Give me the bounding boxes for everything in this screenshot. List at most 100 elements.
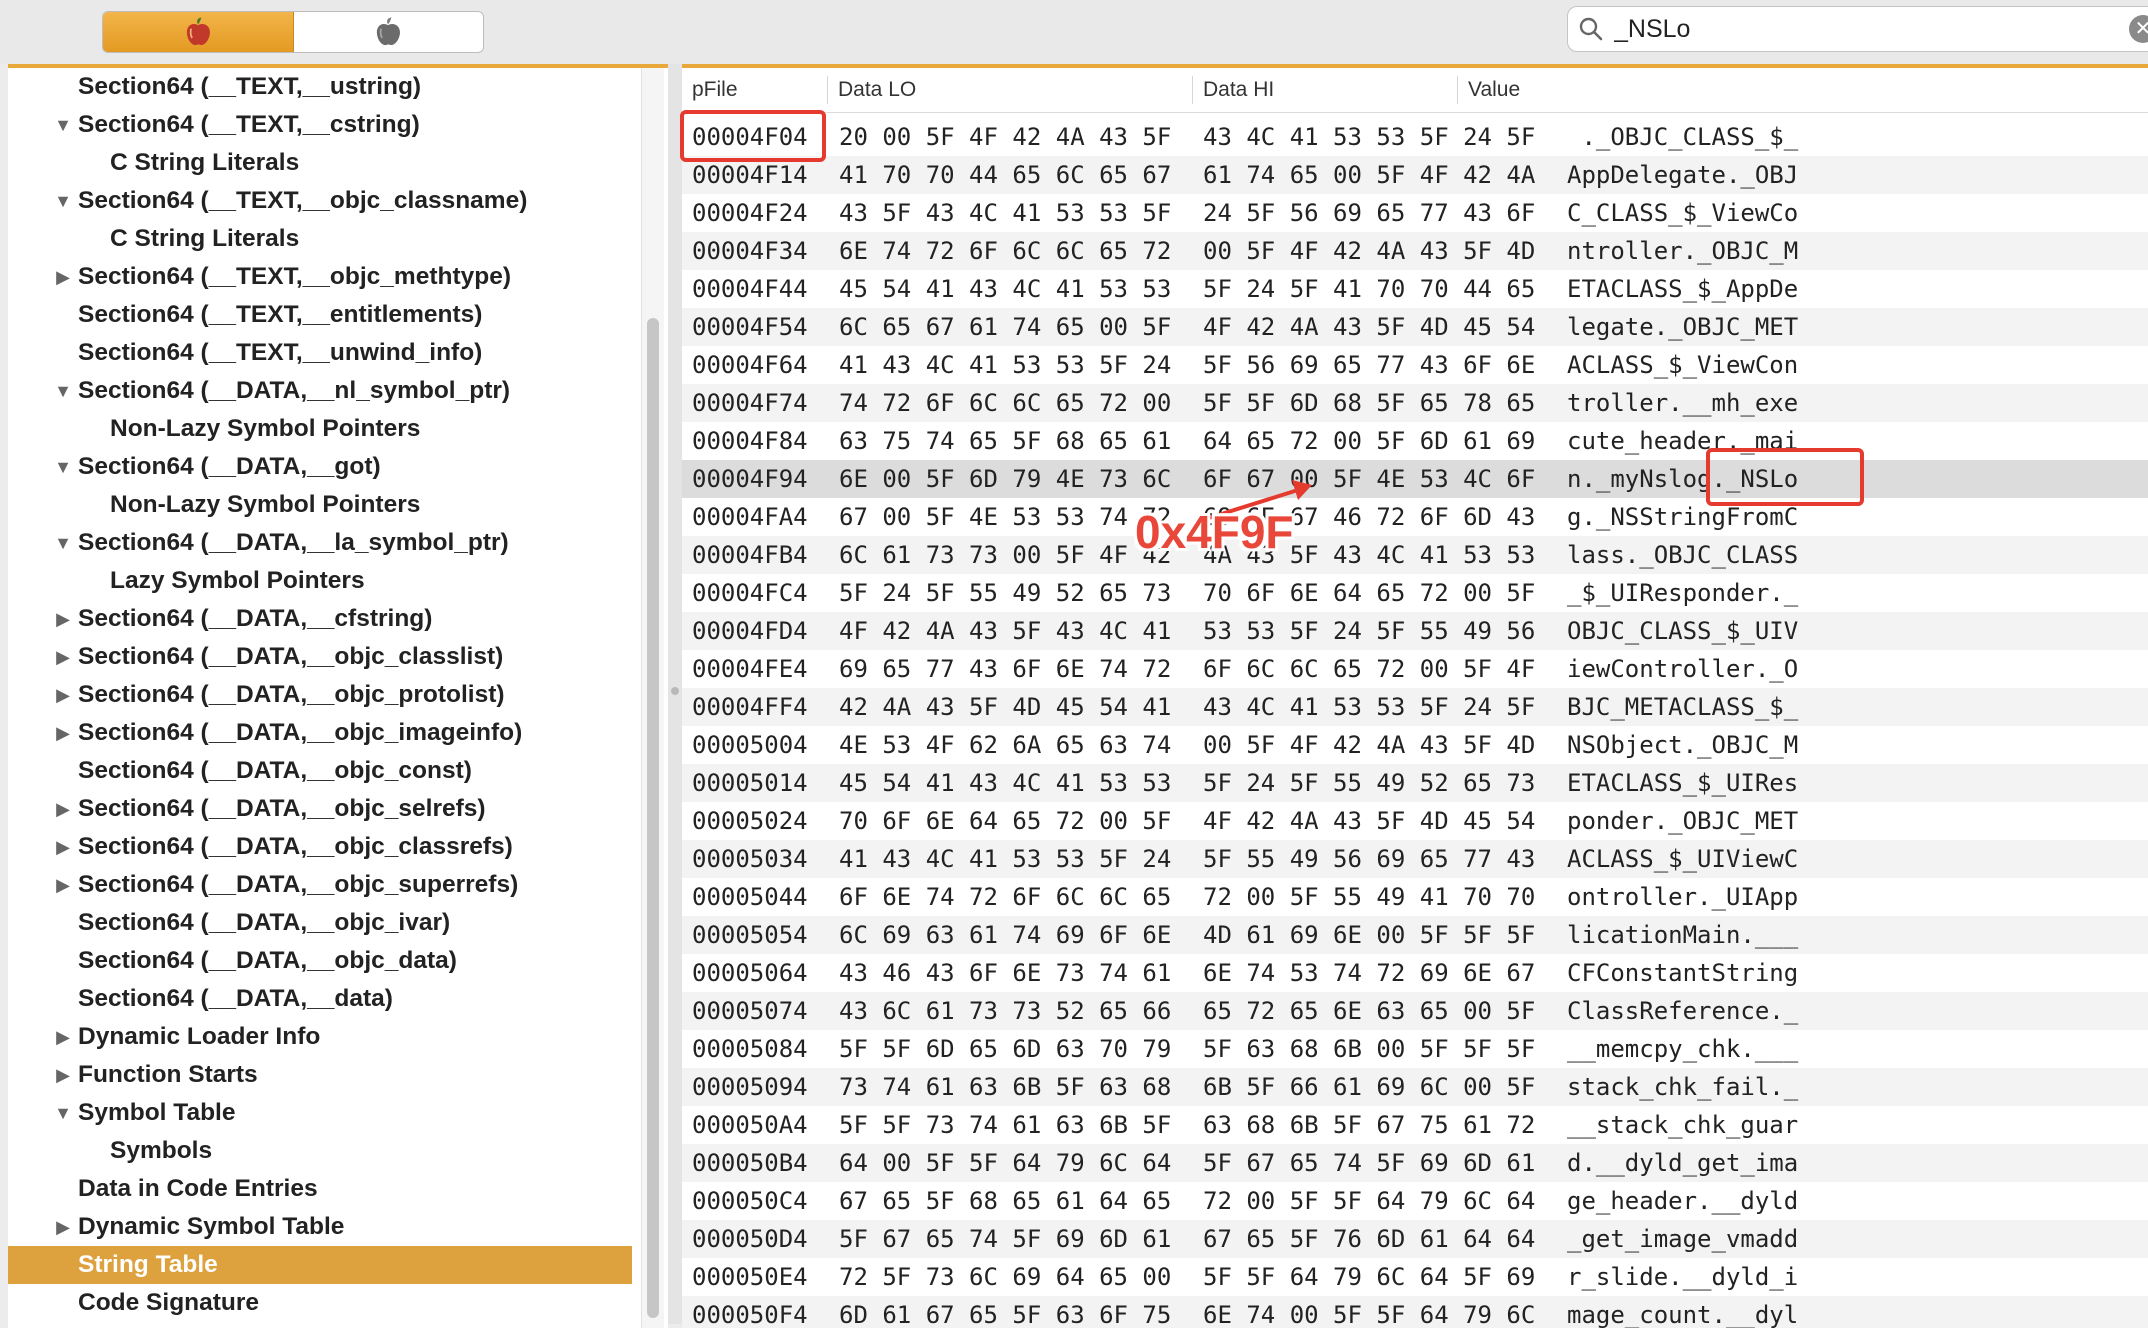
table-row[interactable]: 000050C4 67 65 5F 68 65 61 64 65 72 00 5F … [682,1182,2148,1220]
table-row[interactable]: 00004F34 6E 74 72 6F 6C 6C 65 72 00 5F 4F … [682,232,2148,270]
table-row[interactable]: 00005034 41 43 4C 41 53 53 5F 24 5F 55 49 … [682,840,2148,878]
table-row[interactable]: 00004FC4 5F 24 5F 55 49 52 65 73 70 6F 6E … [682,574,2148,612]
apple-color-view-button[interactable] [103,12,294,52]
sidebar-item[interactable]: ▼ Symbol Table [8,1094,632,1132]
disclosure-expanded-icon[interactable]: ▼ [53,1094,73,1132]
table-row[interactable]: 00004FD4 4F 42 4A 43 5F 43 4C 41 53 53 5F … [682,612,2148,650]
sidebar-item[interactable]: C String Literals [8,220,632,258]
sidebar-item[interactable]: ▼ Section64 (__DATA,__nl_symbol_ptr) [8,372,632,410]
sidebar-item[interactable]: ▶ Section64 (__DATA,__objc_imageinfo) [8,714,632,752]
sidebar-item[interactable]: Data in Code Entries [8,1170,632,1208]
sidebar-item[interactable]: Section64 (__TEXT,__ustring) [8,68,632,106]
sidebar-item[interactable]: ▼ Section64 (__TEXT,__objc_classname) [8,182,632,220]
column-header-data-lo[interactable]: Data LO [828,68,916,112]
view-mode-segmented-control[interactable] [102,11,484,53]
sidebar-item[interactable]: ▶ Function Starts [8,1056,632,1094]
table-row[interactable]: 00005064 43 46 43 6F 6E 73 74 61 6E 74 53 … [682,954,2148,992]
disclosure-collapsed-icon[interactable]: ▶ [53,1208,73,1246]
table-row[interactable]: 00005084 5F 5F 6D 65 6D 63 70 79 5F 63 68 … [682,1030,2148,1068]
sidebar-item[interactable]: ▼ Section64 (__DATA,__la_symbol_ptr) [8,524,632,562]
disclosure-collapsed-icon[interactable]: ▶ [53,1018,73,1056]
table-row[interactable]: 00004F94 6E 00 5F 6D 79 4E 73 6C 6F 67 00 … [682,460,2148,498]
sidebar-item[interactable]: ▶ Section64 (__DATA,__objc_selrefs) [8,790,632,828]
sidebar-item[interactable]: C String Literals [8,144,632,182]
disclosure-collapsed-icon[interactable]: ▶ [53,638,73,676]
sidebar-item[interactable]: Code Signature [8,1284,632,1322]
disclosure-collapsed-icon[interactable]: ▶ [53,714,73,752]
table-row[interactable]: 00004FB4 6C 61 73 73 00 5F 4F 42 4A 43 5F … [682,536,2148,574]
table-row[interactable]: 00004F74 74 72 6F 6C 6C 65 72 00 5F 5F 6D … [682,384,2148,422]
table-row[interactable]: 00005054 6C 69 63 61 74 69 6F 6E 4D 61 69 … [682,916,2148,954]
data-hi-cell: 4F 42 4A 43 5F 4D 45 54 [1203,807,1536,835]
disclosure-expanded-icon[interactable]: ▼ [53,524,73,562]
sidebar-item[interactable]: ▶ Section64 (__DATA,__objc_protolist) [8,676,632,714]
sidebar-item[interactable]: ▶ Section64 (__DATA,__objc_classlist) [8,638,632,676]
sidebar-item[interactable]: Section64 (__DATA,__objc_ivar) [8,904,632,942]
disclosure-collapsed-icon[interactable]: ▶ [53,866,73,904]
disclosure-collapsed-icon[interactable]: ▶ [53,600,73,638]
disclosure-collapsed-icon[interactable]: ▶ [53,1056,73,1094]
sidebar-item[interactable]: Lazy Symbol Pointers [8,562,632,600]
sidebar-item[interactable]: ▶ Section64 (__DATA,__cfstring) [8,600,632,638]
table-row[interactable]: 00004FA4 67 00 5F 4E 53 53 74 72 69 6E 67 … [682,498,2148,536]
value-cell: ACLASS_$_ViewCon [1567,351,1799,379]
table-row[interactable]: 00005024 70 6F 6E 64 65 72 00 5F 4F 42 4A … [682,802,2148,840]
pane-splitter[interactable] [668,64,682,1324]
sidebar-item[interactable]: ▶ Dynamic Loader Info [8,1018,632,1056]
sidebar-item[interactable]: ▶ Section64 (__DATA,__objc_classrefs) [8,828,632,866]
sidebar-item[interactable]: String Table [8,1246,632,1284]
sidebar-item[interactable]: ▶ Dynamic Symbol Table [8,1208,632,1246]
table-row[interactable]: 00004F24 43 5F 43 4C 41 53 53 5F 24 5F 56 … [682,194,2148,232]
sidebar-scroll-thumb[interactable] [647,318,659,1318]
table-row[interactable]: 00004F14 41 70 70 44 65 6C 65 67 61 74 65 … [682,156,2148,194]
sidebar-item[interactable]: ▼ Section64 (__DATA,__got) [8,448,632,486]
table-row[interactable]: 00004F44 45 54 41 43 4C 41 53 53 5F 24 5F … [682,270,2148,308]
table-row[interactable]: 00005014 45 54 41 43 4C 41 53 53 5F 24 5F … [682,764,2148,802]
search-input[interactable] [1612,11,2096,47]
sidebar-item[interactable]: Section64 (__TEXT,__unwind_info) [8,334,632,372]
disclosure-expanded-icon[interactable]: ▼ [53,372,73,410]
table-row[interactable]: 00005004 4E 53 4F 62 6A 65 63 74 00 5F 4F … [682,726,2148,764]
table-row[interactable]: 000050D4 5F 67 65 74 5F 69 6D 61 67 65 5F … [682,1220,2148,1258]
sidebar-item[interactable]: Non-Lazy Symbol Pointers [8,486,632,524]
table-row[interactable]: 00004F64 41 43 4C 41 53 53 5F 24 5F 56 69 … [682,346,2148,384]
clear-search-icon[interactable]: ✕ [2129,15,2148,43]
disclosure-expanded-icon[interactable]: ▼ [53,448,73,486]
table-row[interactable]: 00005074 43 6C 61 73 73 52 65 66 65 72 65 … [682,992,2148,1030]
disclosure-expanded-icon[interactable]: ▼ [53,182,73,220]
data-lo-cell: 43 6C 61 73 73 52 65 66 [839,997,1172,1025]
table-row[interactable]: 00004F04 20 00 5F 4F 42 4A 43 5F 43 4C 41 … [682,118,2148,156]
data-hi-cell: 5F 24 5F 41 70 70 44 65 [1203,275,1536,303]
apple-gray-view-button[interactable] [294,12,484,52]
table-row[interactable]: 00005094 73 74 61 63 6B 5F 63 68 6B 5F 66 … [682,1068,2148,1106]
sidebar-item[interactable]: Symbols [8,1132,632,1170]
sidebar-item[interactable]: Non-Lazy Symbol Pointers [8,410,632,448]
sidebar-item[interactable]: Section64 (__TEXT,__entitlements) [8,296,632,334]
column-header-value[interactable]: Value [1458,68,1520,112]
table-row[interactable]: 000050E4 72 5F 73 6C 69 64 65 00 5F 5F 64 … [682,1258,2148,1296]
pfile-cell: 00004F64 [692,351,808,379]
table-row[interactable]: 00004FE4 69 65 77 43 6F 6E 74 72 6F 6C 6C … [682,650,2148,688]
sidebar-item[interactable]: ▶ Section64 (__TEXT,__objc_methtype) [8,258,632,296]
table-row[interactable]: 00004F54 6C 65 67 61 74 65 00 5F 4F 42 4A … [682,308,2148,346]
table-row[interactable]: 00005044 6F 6E 74 72 6F 6C 6C 65 72 00 5F … [682,878,2148,916]
sidebar-scrollbar[interactable] [641,68,664,1328]
disclosure-expanded-icon[interactable]: ▼ [53,106,73,144]
column-header-pfile[interactable]: pFile [682,68,738,112]
column-header-data-hi[interactable]: Data HI [1193,68,1274,112]
sidebar-item[interactable]: ▼ Section64 (__TEXT,__cstring) [8,106,632,144]
search-field[interactable]: ✕ [1567,6,2148,52]
sidebar-item[interactable]: ▶ Section64 (__DATA,__objc_superrefs) [8,866,632,904]
disclosure-collapsed-icon[interactable]: ▶ [53,258,73,296]
disclosure-collapsed-icon[interactable]: ▶ [53,676,73,714]
sidebar-item[interactable]: Section64 (__DATA,__objc_data) [8,942,632,980]
disclosure-collapsed-icon[interactable]: ▶ [53,790,73,828]
sidebar-item[interactable]: Section64 (__DATA,__objc_const) [8,752,632,790]
sidebar-item[interactable]: Section64 (__DATA,__data) [8,980,632,1018]
table-row[interactable]: 00004FF4 42 4A 43 5F 4D 45 54 41 43 4C 41 … [682,688,2148,726]
table-row[interactable]: 00004F84 63 75 74 65 5F 68 65 61 64 65 72 … [682,422,2148,460]
table-row[interactable]: 000050F4 6D 61 67 65 5F 63 6F 75 6E 74 00 … [682,1296,2148,1328]
table-row[interactable]: 000050A4 5F 5F 73 74 61 63 6B 5F 63 68 6B … [682,1106,2148,1144]
disclosure-collapsed-icon[interactable]: ▶ [53,828,73,866]
table-row[interactable]: 000050B4 64 00 5F 5F 64 79 6C 64 5F 67 65 … [682,1144,2148,1182]
